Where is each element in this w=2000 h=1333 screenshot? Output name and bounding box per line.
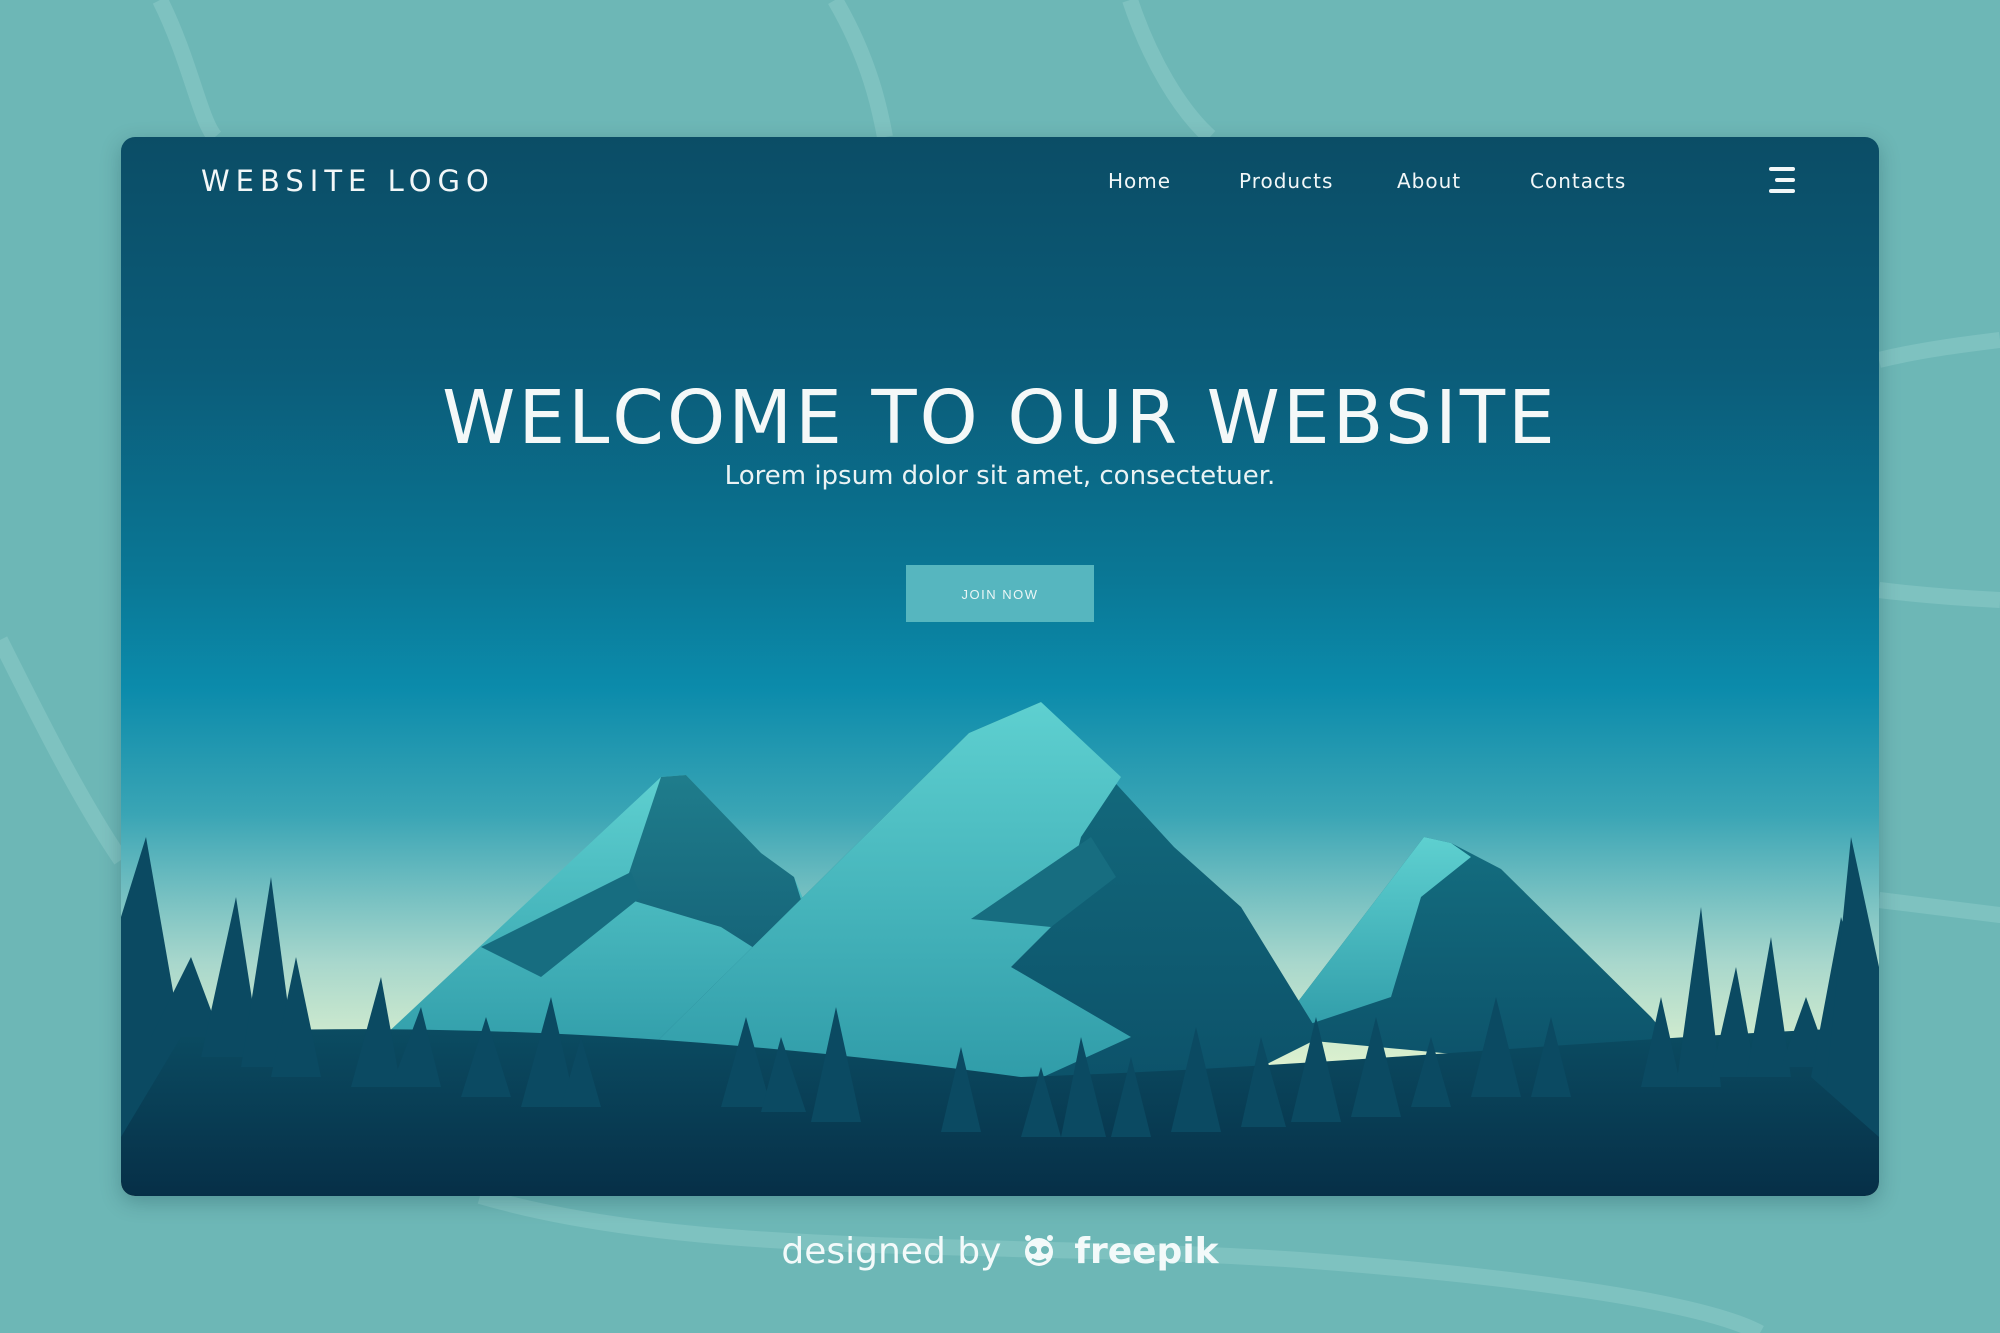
- freepik-logo-icon: [1024, 1235, 1053, 1266]
- nav-link-products[interactable]: Products: [1239, 161, 1333, 201]
- credit-brand[interactable]: freepik: [1074, 1231, 1218, 1272]
- hero-subtitle: Lorem ipsum dolor sit amet, consectetuer…: [724, 461, 1276, 491]
- designed-by-credit: designed by freepik: [0, 1230, 2000, 1276]
- top-navigation: Home Products About Contacts: [121, 161, 1879, 201]
- mountain-landscape-illustration: [121, 702, 1879, 1196]
- nav-link-contacts[interactable]: Contacts: [1530, 161, 1626, 201]
- hamburger-menu-icon[interactable]: [1763, 167, 1795, 195]
- landing-page-card: WEBSITE LOGO Home Products About Contact…: [121, 137, 1879, 1196]
- nav-link-about[interactable]: About: [1397, 161, 1461, 201]
- nav-link-home[interactable]: Home: [1108, 161, 1171, 201]
- join-now-button[interactable]: JOIN NOW: [906, 565, 1094, 622]
- hero-title: WELCOME TO OUR WEBSITE: [442, 375, 1558, 461]
- credit-prefix: designed by: [781, 1231, 1002, 1272]
